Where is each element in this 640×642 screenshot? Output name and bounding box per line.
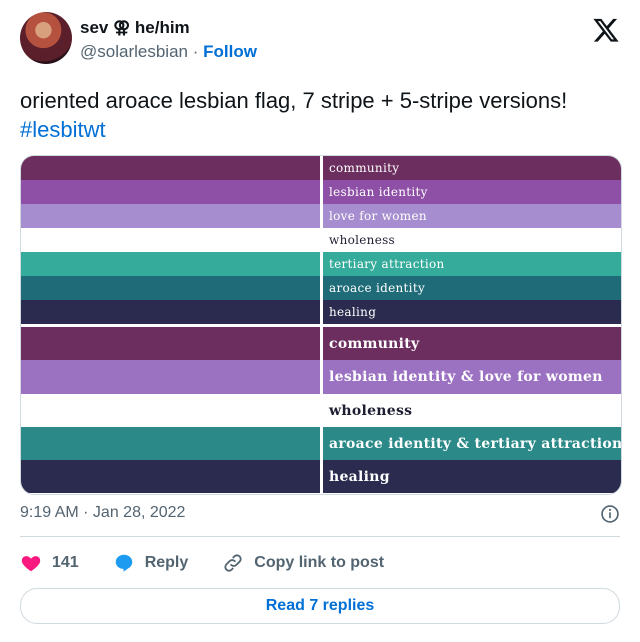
stripe-divider (320, 360, 323, 394)
stripe-label: healing (329, 305, 377, 319)
read-replies-button[interactable]: Read 7 replies (20, 588, 620, 624)
stripe-divider (320, 228, 323, 252)
info-icon[interactable] (600, 504, 620, 524)
stripe-divider (320, 204, 323, 228)
flag-seven-stripe: community lesbian identity love for women w… (21, 156, 621, 324)
flag-stripe: wholeness (21, 228, 621, 252)
display-name[interactable]: sev ⚢ he/him (80, 18, 190, 38)
flag-stripe: healing (21, 300, 621, 324)
like-button[interactable]: 141 (20, 552, 79, 574)
action-bar: 141 Reply Copy link to post (20, 550, 418, 576)
link-icon (224, 554, 242, 572)
stripe-label: wholeness (329, 233, 396, 247)
stripe-divider (320, 394, 323, 427)
avatar[interactable] (20, 12, 72, 64)
flag-stripe: tertiary attraction (21, 252, 621, 276)
flag-stripe: aroace identity (21, 276, 621, 300)
stripe-label: love for women (329, 209, 427, 223)
stripe-label: healing (329, 468, 390, 485)
stripe-divider (320, 276, 323, 300)
flag-stripe: love for women (21, 204, 621, 228)
stripe-divider (320, 180, 323, 204)
stripe-divider (320, 156, 323, 180)
x-logo-icon[interactable] (592, 16, 620, 44)
timestamp[interactable]: 9:19 AM · Jan 28, 2022 (20, 504, 185, 522)
flag-five-stripe: community lesbian identity & love for wom… (21, 327, 621, 493)
flag-stripe: lesbian identity & love for women (21, 360, 621, 394)
stripe-divider (320, 252, 323, 276)
heart-icon (21, 556, 41, 572)
stripe-label: lesbian identity & love for women (329, 369, 603, 385)
reply-bubble-icon (115, 554, 132, 572)
flag-stripe: aroace identity & tertiary attraction (21, 427, 621, 460)
stripe-label: tertiary attraction (329, 257, 445, 271)
hashtag-link[interactable]: #lesbitwt (20, 117, 106, 142)
follow-link[interactable]: Follow (203, 42, 257, 61)
flag-stripe: wholeness (21, 394, 621, 427)
stripe-divider (320, 460, 323, 493)
stripe-divider (320, 327, 323, 360)
copy-link-label: Copy link to post (254, 554, 385, 571)
stripe-divider (320, 300, 323, 324)
copy-link-button[interactable]: Copy link to post (222, 552, 384, 574)
stripe-label: community (329, 161, 400, 175)
separator: · (192, 42, 199, 61)
stripe-label: wholeness (329, 402, 413, 419)
flag-image[interactable]: community lesbian identity love for women w… (20, 155, 622, 495)
stripe-label: community (329, 335, 420, 352)
stripe-label: aroace identity (329, 281, 426, 295)
flag-stripe: community (21, 156, 621, 180)
stripe-label: aroace identity & tertiary attraction (329, 435, 622, 452)
reply-label: Reply (144, 554, 189, 571)
stripe-label: lesbian identity (329, 185, 428, 199)
flag-stripe: lesbian identity (21, 180, 621, 204)
handle-row: @solarlesbian · Follow (80, 42, 257, 62)
flag-stripe: community (21, 327, 621, 360)
stripe-divider (320, 427, 323, 460)
tweet-text: oriented aroace lesbian flag, 7 stripe +… (20, 86, 620, 144)
flag-stripe: healing (21, 460, 621, 493)
handle[interactable]: @solarlesbian (80, 42, 188, 61)
like-count: 141 (52, 554, 79, 571)
reply-button[interactable]: Reply (113, 552, 189, 574)
divider (20, 536, 620, 537)
tweet-body: oriented aroace lesbian flag, 7 stripe +… (20, 88, 568, 113)
